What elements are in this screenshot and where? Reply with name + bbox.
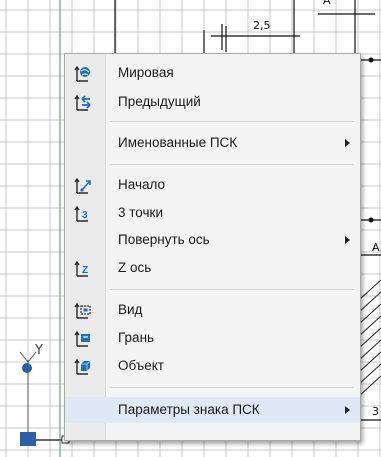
menu-item-rotate-axis[interactable]: Повернуть ось — [65, 227, 360, 253]
partial-label-a-top: A — [323, 0, 331, 7]
point-marker — [368, 217, 374, 223]
partial-label-a-right: A — [372, 241, 380, 254]
partial-label-3: 3 — [372, 405, 379, 418]
ucs-axis-icon[interactable] — [19, 351, 70, 446]
menu-item-world[interactable]: Мировая — [65, 60, 360, 86]
ucs-object-icon — [74, 358, 91, 375]
ucs-face-icon — [74, 330, 90, 347]
menu-item-label: Начало — [118, 177, 166, 192]
hatch-area — [358, 279, 381, 397]
menu-item-label: Вид — [118, 302, 143, 317]
menu-item-origin[interactable]: Начало — [65, 172, 360, 198]
ucs-origin-icon — [74, 177, 91, 194]
menu-separator — [110, 121, 354, 122]
menu-separator — [110, 164, 354, 165]
point-marker — [368, 57, 374, 63]
submenu-arrow-icon — [345, 139, 350, 147]
ucs-world-icon — [74, 65, 90, 82]
menu-item-label: Мировая — [118, 65, 174, 80]
menu-item-label: Грань — [118, 330, 155, 345]
menu-separator — [110, 387, 354, 388]
menu-item-label: 3 точки — [118, 205, 163, 220]
menu-item-label: Именованные ПСК — [118, 135, 238, 150]
menu-item-label: Z ось — [118, 260, 152, 275]
menu-item-label: Объект — [118, 358, 164, 373]
menu-item-previous[interactable]: Предыдущий — [65, 89, 360, 115]
svg-text:Z: Z — [82, 265, 88, 276]
submenu-arrow-icon — [345, 406, 350, 414]
menu-item-z-axis[interactable]: Z Z ось — [65, 255, 360, 281]
menu-item-label: Параметры знака ПСК — [118, 402, 260, 417]
menu-item-ucs-icon-settings[interactable]: Параметры знака ПСК — [65, 397, 360, 423]
ucs-context-menu: Мировая Предыдущий Именованные ПСК Начал… — [64, 53, 361, 441]
menu-item-3-point[interactable]: 3 3 точки — [65, 200, 360, 226]
axis-y-label: Y — [35, 343, 43, 358]
dimension-label: 2,5 — [253, 19, 271, 32]
menu-item-face[interactable]: Грань — [65, 325, 360, 351]
menu-item-named-ucs[interactable]: Именованные ПСК — [65, 130, 360, 156]
ucs-previous-icon — [74, 94, 91, 111]
menu-item-object[interactable]: Объект — [65, 353, 360, 379]
menu-item-label: Предыдущий — [118, 94, 201, 109]
ucs-view-icon — [74, 302, 91, 319]
ucs-3point-icon: 3 — [74, 205, 88, 222]
ucs-z-axis-icon: Z — [74, 260, 88, 277]
menu-item-label: Повернуть ось — [118, 232, 210, 247]
menu-item-view[interactable]: Вид — [65, 297, 360, 323]
menu-separator — [110, 289, 354, 290]
svg-text:3: 3 — [82, 210, 88, 221]
submenu-arrow-icon — [345, 236, 350, 244]
